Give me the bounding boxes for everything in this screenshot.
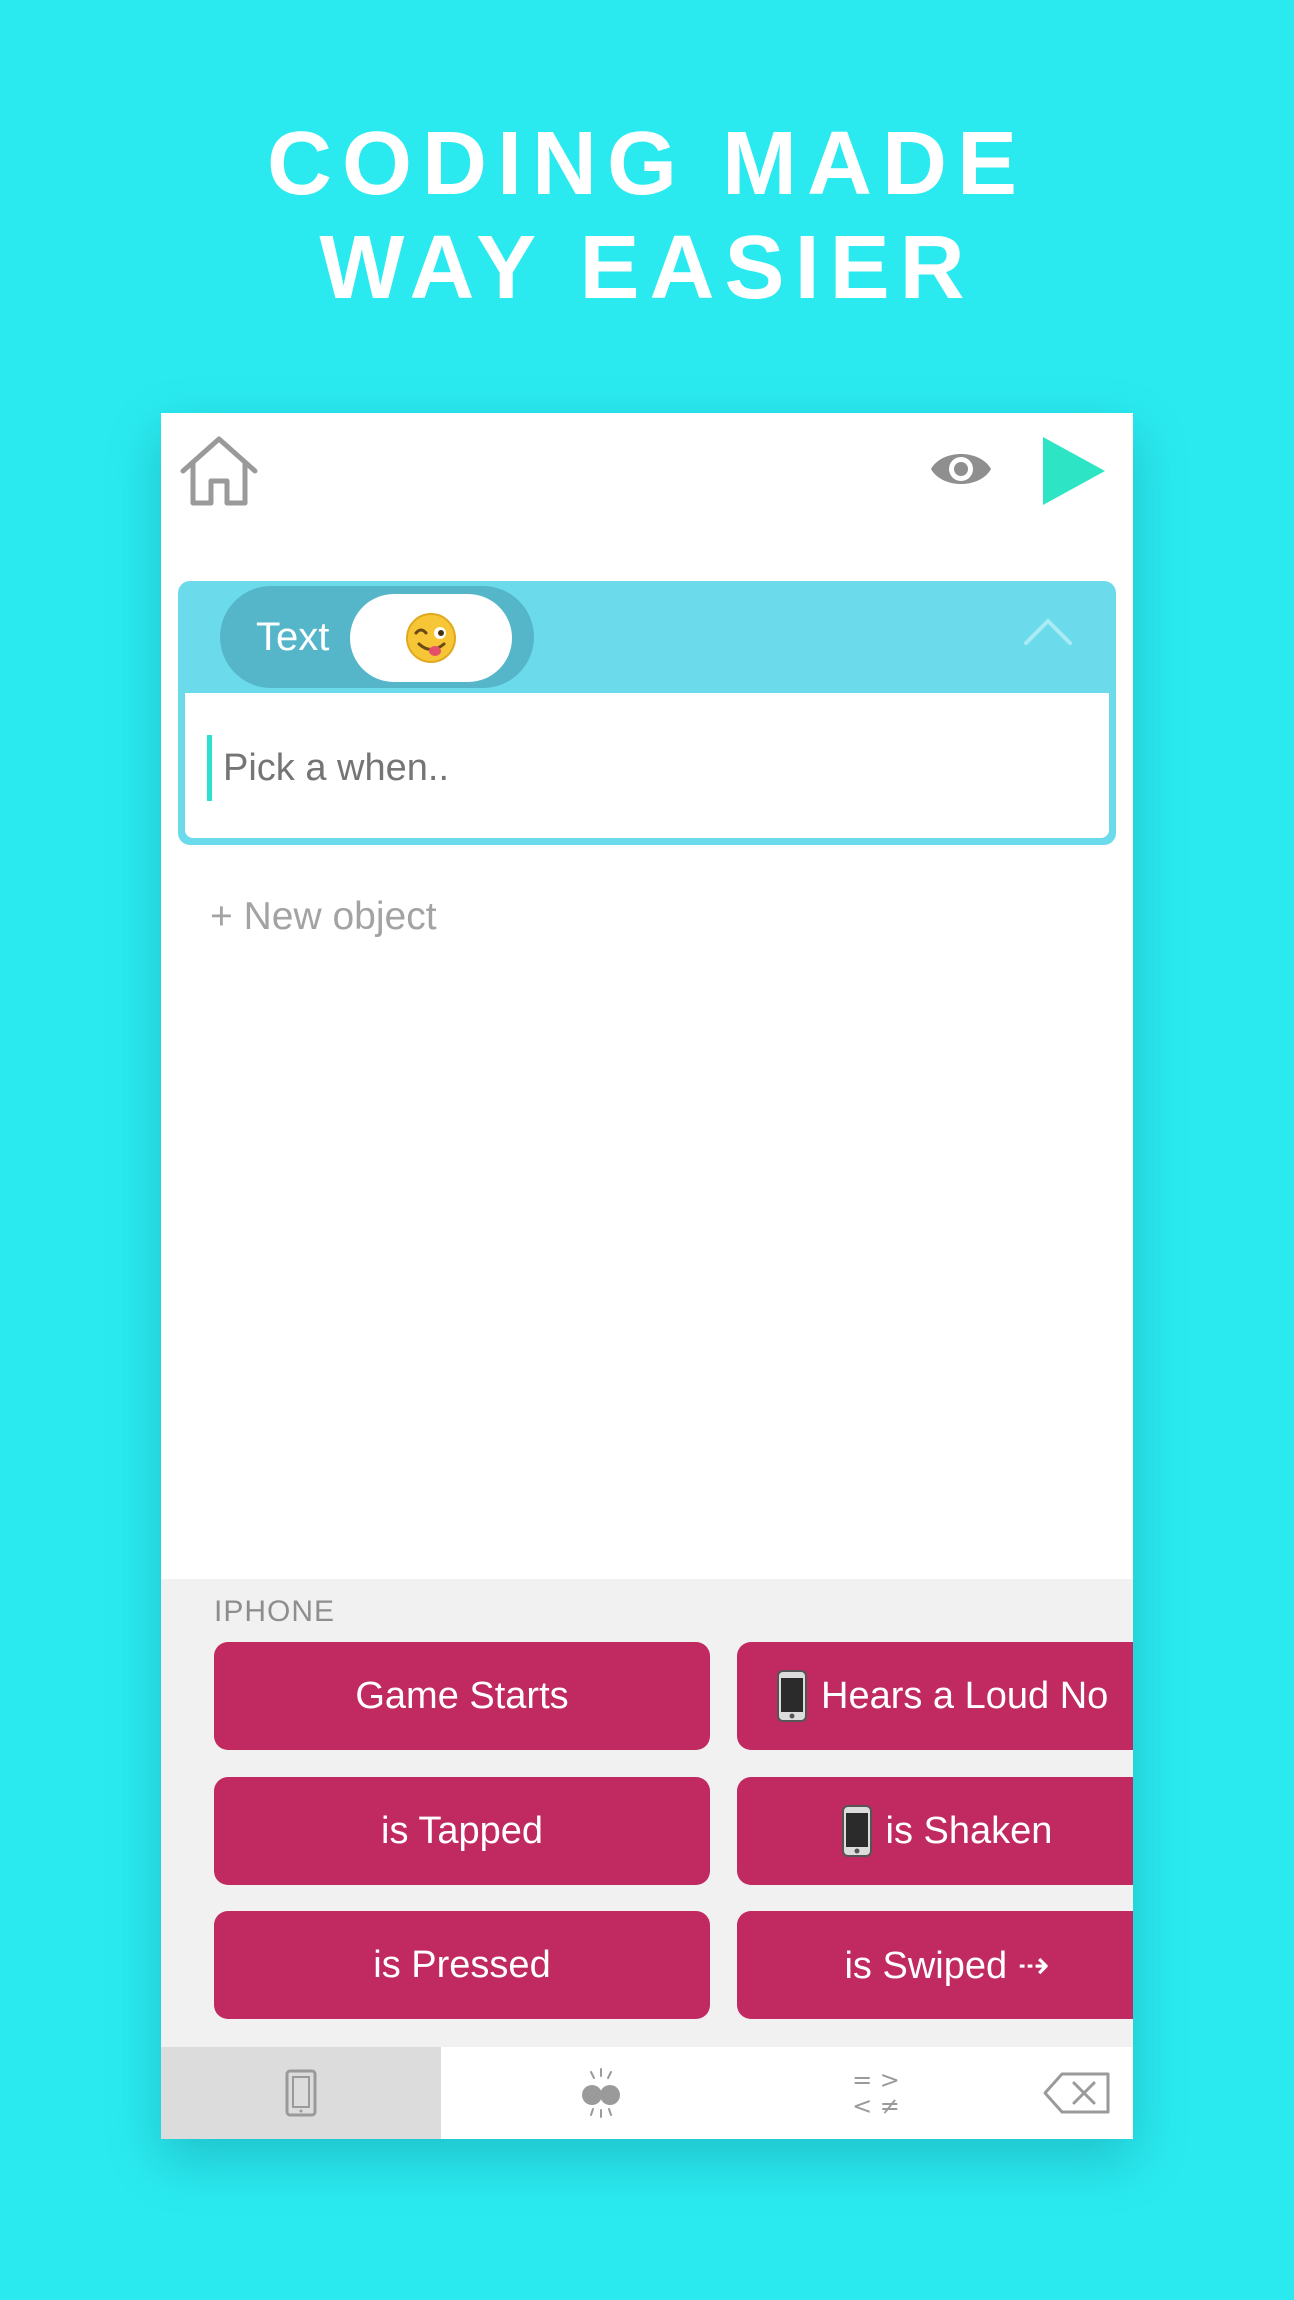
- object-type-pill[interactable]: Text: [220, 586, 534, 688]
- run-button[interactable]: [1039, 433, 1109, 509]
- text-cursor: [207, 735, 212, 801]
- chip-label: Game Starts: [355, 1674, 569, 1717]
- backspace-icon: [1043, 2072, 1110, 2114]
- play-icon: [1043, 437, 1105, 505]
- sensors-icon: [582, 2068, 620, 2118]
- hears-loud-noise-block[interactable]: Hears a Loud No: [737, 1642, 1133, 1750]
- tab-sensors[interactable]: [451, 2047, 751, 2139]
- is-swiped-block[interactable]: is Swiped ⇢: [737, 1911, 1133, 2019]
- operators-icon: = > < ≠: [852, 2067, 900, 2119]
- top-toolbar: [161, 413, 1133, 533]
- collapse-button[interactable]: [1020, 613, 1076, 649]
- home-icon: [180, 436, 258, 506]
- operators-top-glyphs: = >: [852, 2066, 900, 2094]
- when-input-box: [185, 693, 1109, 838]
- winking-face-icon: [406, 613, 456, 663]
- headline-line-2: WAY EASIER: [319, 218, 975, 318]
- operators-bottom-glyphs: < ≠: [852, 2092, 900, 2120]
- eye-icon: [931, 454, 991, 484]
- game-starts-block[interactable]: Game Starts: [214, 1642, 710, 1750]
- chip-label: Hears a Loud No: [821, 1674, 1109, 1717]
- is-pressed-block[interactable]: is Pressed: [214, 1911, 710, 2019]
- is-tapped-block[interactable]: is Tapped: [214, 1777, 710, 1885]
- device-icon: [285, 2069, 317, 2117]
- chip-label: is Shaken: [885, 1809, 1053, 1852]
- palette-section-label: IPHONE: [214, 1595, 336, 1628]
- headline: CODING MADE WAY EASIER: [0, 112, 1294, 320]
- chip-label: is Tapped: [381, 1809, 543, 1852]
- chip-label: is Swiped ⇢: [844, 1944, 1050, 1987]
- when-input[interactable]: [223, 731, 1083, 805]
- headline-line-1: CODING MADE: [267, 114, 1027, 214]
- palette-tab-bar: = > < ≠: [161, 2047, 1133, 2139]
- chevron-up-icon: [1024, 619, 1072, 645]
- preview-button[interactable]: [928, 439, 994, 499]
- chip-label: is Pressed: [373, 1943, 551, 1986]
- iphone-icon: [777, 1670, 807, 1722]
- tab-backspace[interactable]: [1021, 2047, 1133, 2139]
- app-screen: Text + New object: [161, 413, 1133, 2139]
- tab-operators[interactable]: = > < ≠: [761, 2047, 991, 2139]
- home-button[interactable]: [177, 433, 261, 509]
- object-type-label: Text: [256, 615, 330, 659]
- iphone-icon: [841, 1805, 872, 1857]
- tab-device[interactable]: [161, 2047, 441, 2139]
- new-object-button[interactable]: + New object: [210, 895, 437, 939]
- object-emoji-button[interactable]: [350, 594, 512, 682]
- is-shaken-block[interactable]: is Shaken: [737, 1777, 1133, 1885]
- object-card: Text: [178, 581, 1116, 845]
